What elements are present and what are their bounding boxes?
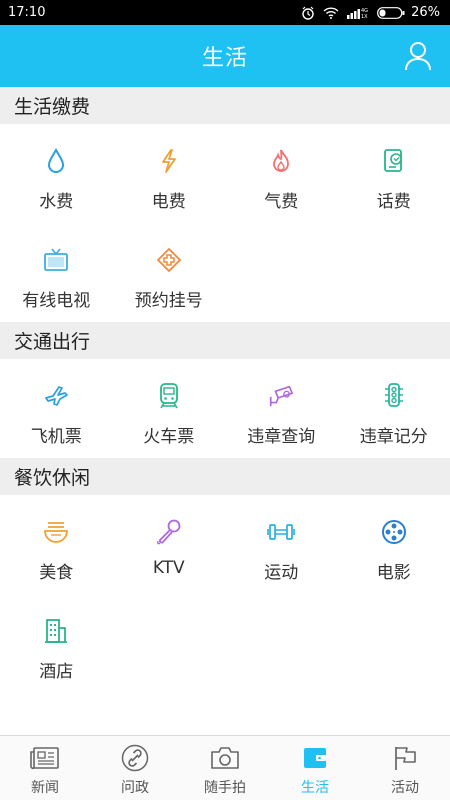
- grid-item-train-ticket[interactable]: 火车票: [113, 359, 226, 458]
- tv-icon: [42, 246, 70, 274]
- grid-item-label: 违章查询: [247, 427, 316, 447]
- nav-label: 问政: [121, 780, 149, 796]
- grid-item-phone-bill[interactable]: 话费: [338, 124, 450, 223]
- lightning-icon: [155, 147, 183, 175]
- grid-item-label: 预约挂号: [134, 291, 203, 311]
- nav-label: 生活: [301, 780, 329, 796]
- grid-item-label: 有线电视: [22, 291, 91, 311]
- battery-icon: [377, 6, 405, 19]
- grid-item-food[interactable]: 美食: [0, 495, 113, 594]
- train-icon: [155, 382, 183, 410]
- food-bowl-icon: [42, 518, 70, 546]
- flame-icon: [267, 147, 295, 175]
- nav-tab-news[interactable]: 新闻: [0, 736, 90, 800]
- section-header-transport: 交通出行: [0, 322, 450, 359]
- status-icons: 4G 1X 26%: [301, 5, 440, 20]
- newspaper-icon: [30, 744, 60, 772]
- user-profile-button[interactable]: [404, 41, 432, 71]
- medical-cross-icon: [155, 246, 183, 274]
- app-header: 生活: [0, 25, 450, 87]
- nav-label: 新闻: [31, 780, 59, 796]
- grid-item-label: 火车票: [143, 427, 195, 447]
- film-reel-icon: [380, 518, 408, 546]
- battery-percent: 26%: [411, 5, 440, 20]
- svg-text:1X: 1X: [361, 14, 368, 19]
- wifi-icon: [323, 6, 339, 19]
- grid-item-label: 运动: [264, 563, 299, 583]
- nav-tab-life[interactable]: 生活: [270, 736, 360, 800]
- traffic-camera-icon: [267, 382, 295, 410]
- nav-tab-snapshot[interactable]: 随手拍: [180, 736, 270, 800]
- section-header-bill-payment: 生活缴费: [0, 87, 450, 124]
- grid-item-label: 飞机票: [30, 427, 82, 447]
- grid-item-label: 气费: [264, 192, 299, 212]
- grid-item-electricity[interactable]: 电费: [113, 124, 226, 223]
- grid-item-water[interactable]: 水费: [0, 124, 113, 223]
- transport-grid: 飞机票 火车票 违章查询 违章记分: [0, 359, 450, 458]
- phone-bill-icon: [380, 147, 408, 175]
- flag-icon: [390, 744, 420, 772]
- grid-item-label: 电影: [376, 563, 411, 583]
- nav-tab-activities[interactable]: 活动: [360, 736, 450, 800]
- bottom-nav: 新闻 问政 随手拍 生活 活动: [0, 735, 450, 800]
- grid-item-label: KTV: [152, 558, 185, 578]
- grid-item-violation-query[interactable]: 违章查询: [225, 359, 338, 458]
- microphone-icon: [155, 518, 183, 546]
- battery: 26%: [377, 5, 440, 20]
- link-icon: [120, 744, 150, 772]
- dining-leisure-grid: 美食 KTV 运动 电影 酒店: [0, 495, 450, 693]
- traffic-light-icon: [380, 382, 408, 410]
- grid-item-gas[interactable]: 气费: [225, 124, 338, 223]
- grid-item-ktv[interactable]: KTV: [113, 495, 226, 594]
- grid-item-sports[interactable]: 运动: [225, 495, 338, 594]
- page-title: 生活: [201, 46, 248, 71]
- status-time: 17:10: [8, 5, 46, 20]
- grid-item-label: 电费: [151, 192, 186, 212]
- grid-item-violation-points[interactable]: 违章记分: [338, 359, 450, 458]
- grid-item-label: 话费: [376, 192, 411, 212]
- dumbbell-icon: [267, 518, 296, 546]
- user-icon: [405, 42, 431, 71]
- nav-label: 随手拍: [204, 780, 246, 796]
- grid-item-label: 美食: [39, 563, 74, 583]
- status-bar: 17:10 4G 1X 26%: [0, 0, 450, 25]
- grid-item-label: 违章记分: [359, 427, 428, 447]
- grid-item-label: 水费: [39, 192, 74, 212]
- nav-label: 活动: [391, 780, 419, 796]
- hotel-building-icon: [42, 617, 70, 645]
- grid-item-hotel[interactable]: 酒店: [0, 594, 113, 693]
- grid-item-movie[interactable]: 电影: [338, 495, 450, 594]
- nav-tab-inquiry[interactable]: 问政: [90, 736, 180, 800]
- camera-icon: [210, 744, 240, 772]
- grid-item-cable-tv[interactable]: 有线电视: [0, 223, 113, 322]
- grid-item-label: 酒店: [39, 662, 74, 682]
- bill-payment-grid: 水费 电费 气费 话费 有线电视 预约挂号: [0, 124, 450, 322]
- alarm-icon: [302, 6, 314, 20]
- wallet-icon: [300, 744, 330, 772]
- section-header-dining-leisure: 餐饮休闲: [0, 458, 450, 495]
- grid-item-flight-ticket[interactable]: 飞机票: [0, 359, 113, 458]
- signal-icon: 4G1X: [347, 8, 368, 19]
- water-drop-icon: [42, 147, 70, 175]
- grid-item-hospital-appointment[interactable]: 预约挂号: [113, 223, 226, 322]
- airplane-icon: [42, 382, 70, 410]
